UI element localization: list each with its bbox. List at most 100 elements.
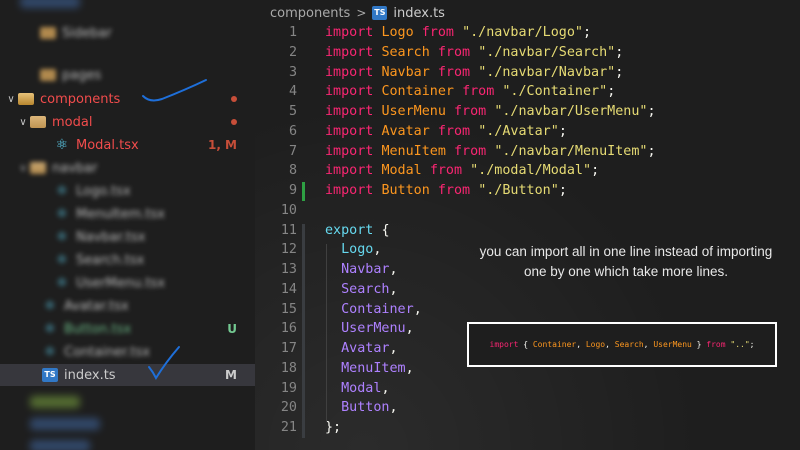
explorer-item-label: Sidebar [62, 25, 112, 41]
code-text: import Button from "./Button"; [325, 183, 567, 198]
explorer-item-label: Container.tsx [64, 344, 151, 360]
explorer-item-navbar-tsx[interactable]: ⚛ Navbar.tsx [0, 226, 255, 248]
git-status-badge: U [227, 322, 237, 336]
line-number: 3 [288, 64, 297, 80]
folder-icon [30, 162, 46, 174]
code-text: import Logo from "./navbar/Logo"; [325, 25, 592, 40]
code-text: Navbar, [341, 262, 398, 277]
breadcrumb-separator: > [356, 6, 367, 20]
react-file-icon: ⚛ [55, 275, 69, 291]
line-number: 1 [288, 25, 297, 40]
explorer-item-menuitem-tsx[interactable]: ⚛ MenuItem.tsx [0, 203, 255, 225]
react-file-icon: ⚛ [55, 183, 69, 199]
code-line[interactable]: 9 import Button from "./Button"; [255, 181, 800, 201]
react-file-icon: ⚛ [55, 206, 69, 222]
code-text: import MenuItem from "./navbar/MenuItem"… [325, 143, 656, 159]
folder-icon [30, 116, 46, 128]
code-line[interactable]: 20 Button, [255, 398, 800, 418]
explorer-item-label: Search.tsx [76, 252, 145, 268]
explorer-item-label: modal [52, 114, 93, 130]
folder-icon [18, 93, 34, 105]
code-line[interactable]: 8 import Modal from "./modal/Modal"; [255, 161, 800, 181]
folder-icon [40, 27, 56, 39]
explorer-item-label: navbar [52, 160, 98, 176]
explorer-item-modal-tsx[interactable]: ⚛ Modal.tsx 1, M [0, 134, 255, 156]
modified-dot-indicator [231, 96, 237, 102]
chevron-down-icon[interactable]: ∨ [4, 94, 18, 105]
blurred-tree-row [30, 396, 80, 408]
breadcrumb-folder[interactable]: components [270, 6, 350, 21]
code-text: Modal, [341, 380, 390, 396]
explorer-item-usermenu-tsx[interactable]: ⚛ UserMenu.tsx [0, 272, 255, 294]
line-number: 11 [280, 222, 297, 238]
code-editor[interactable]: components > TS index.ts 1 import Logo fr… [255, 0, 800, 450]
explorer-item-sidebar[interactable]: Sidebar [0, 22, 255, 44]
line-number: 20 [280, 400, 297, 416]
annotation-code-box: import { Container, Logo, Search, UserMe… [467, 322, 777, 367]
explorer-item-pages[interactable]: pages [0, 64, 255, 86]
line-number: 12 [280, 242, 297, 258]
blurred-tree-row [30, 440, 90, 450]
code-line[interactable]: 15 Container, [255, 300, 800, 320]
git-status-badge: M [225, 368, 237, 382]
code-text: Avatar, [341, 341, 398, 356]
line-number: 19 [280, 380, 297, 396]
code-line[interactable]: 4 import Container from "./Container"; [255, 82, 800, 102]
explorer-item-label: MenuItem.tsx [76, 206, 165, 222]
line-number: 18 [280, 360, 297, 376]
react-file-icon: ⚛ [43, 321, 57, 337]
code-line[interactable]: 11 export { [255, 221, 800, 241]
line-number: 9 [288, 183, 297, 198]
explorer-item-index-ts[interactable]: TS index.ts M [0, 364, 255, 386]
blurred-tree-row [20, 0, 80, 8]
code-line[interactable]: 3 import Navbar from "./navbar/Navbar"; [255, 63, 800, 83]
typescript-file-icon: TS [42, 368, 58, 382]
explorer-item-label: Button.tsx [64, 321, 132, 337]
annotation-code: import { Container, Logo, Search, UserMe… [489, 340, 755, 349]
code-line[interactable]: 14 Search, [255, 280, 800, 300]
line-number: 13 [280, 262, 297, 277]
code-text: import Navbar from "./navbar/Navbar"; [325, 64, 624, 80]
code-line[interactable]: 6 import Avatar from "./Avatar"; [255, 122, 800, 142]
explorer-item-container-tsx[interactable]: ⚛ Container.tsx [0, 341, 255, 363]
line-number: 21 [280, 420, 297, 435]
code-text: import Container from "./Container"; [325, 84, 616, 100]
line-number: 17 [280, 341, 297, 356]
modified-dot-indicator [231, 119, 237, 125]
code-line[interactable]: 10 [255, 201, 800, 221]
code-text: Search, [341, 281, 398, 297]
code-line[interactable]: 2 import Search from "./navbar/Search"; [255, 43, 800, 63]
explorer-item-components[interactable]: ∨ components [0, 88, 255, 110]
line-number: 10 [280, 202, 297, 218]
explorer-item-label: UserMenu.tsx [76, 275, 166, 291]
chevron-down-icon[interactable]: ∨ [16, 117, 30, 128]
code-text: Logo, [341, 242, 382, 258]
react-file-icon: ⚛ [43, 344, 57, 360]
code-line[interactable]: 19 Modal, [255, 379, 800, 399]
explorer-item-navbar[interactable]: ∨ navbar [0, 157, 255, 179]
code-text: Button, [341, 400, 398, 416]
code-text: import Avatar from "./Avatar"; [325, 123, 567, 139]
indent-guide [326, 244, 327, 422]
code-line[interactable]: 7 import MenuItem from "./navbar/MenuItem… [255, 142, 800, 162]
folder-icon [40, 69, 56, 81]
code-line[interactable]: 5 import UserMenu from "./navbar/UserMenu… [255, 102, 800, 122]
line-number: 15 [280, 301, 297, 317]
explorer-item-modal[interactable]: ∨ modal [0, 111, 255, 133]
chevron-down-icon[interactable]: ∨ [16, 163, 30, 174]
annotation-note: you can import all in one line instead o… [479, 244, 773, 279]
react-file-icon: ⚛ [55, 252, 69, 268]
code-text: Container, [341, 301, 422, 317]
explorer-item-search-tsx[interactable]: ⚛ Search.tsx [0, 249, 255, 271]
explorer-item-label: pages [62, 67, 102, 83]
explorer-item-logo-tsx[interactable]: ⚛ Logo.tsx [0, 180, 255, 202]
explorer-item-button-tsx[interactable]: ⚛ Button.tsx U [0, 318, 255, 340]
code-line[interactable]: 21}; [255, 418, 800, 438]
explorer-sidebar: Sidebar pages ∨ components ∨ modal ⚛ Modal.tsx 1… [0, 0, 255, 450]
explorer-item-avatar-tsx[interactable]: ⚛ Avatar.tsx [0, 295, 255, 317]
breadcrumb-file[interactable]: index.ts [393, 6, 445, 21]
git-change-gutter-marker [302, 224, 305, 438]
explorer-item-label: Avatar.tsx [64, 298, 129, 314]
code-line[interactable]: 1 import Logo from "./navbar/Logo"; [255, 23, 800, 43]
line-number: 16 [280, 321, 297, 337]
